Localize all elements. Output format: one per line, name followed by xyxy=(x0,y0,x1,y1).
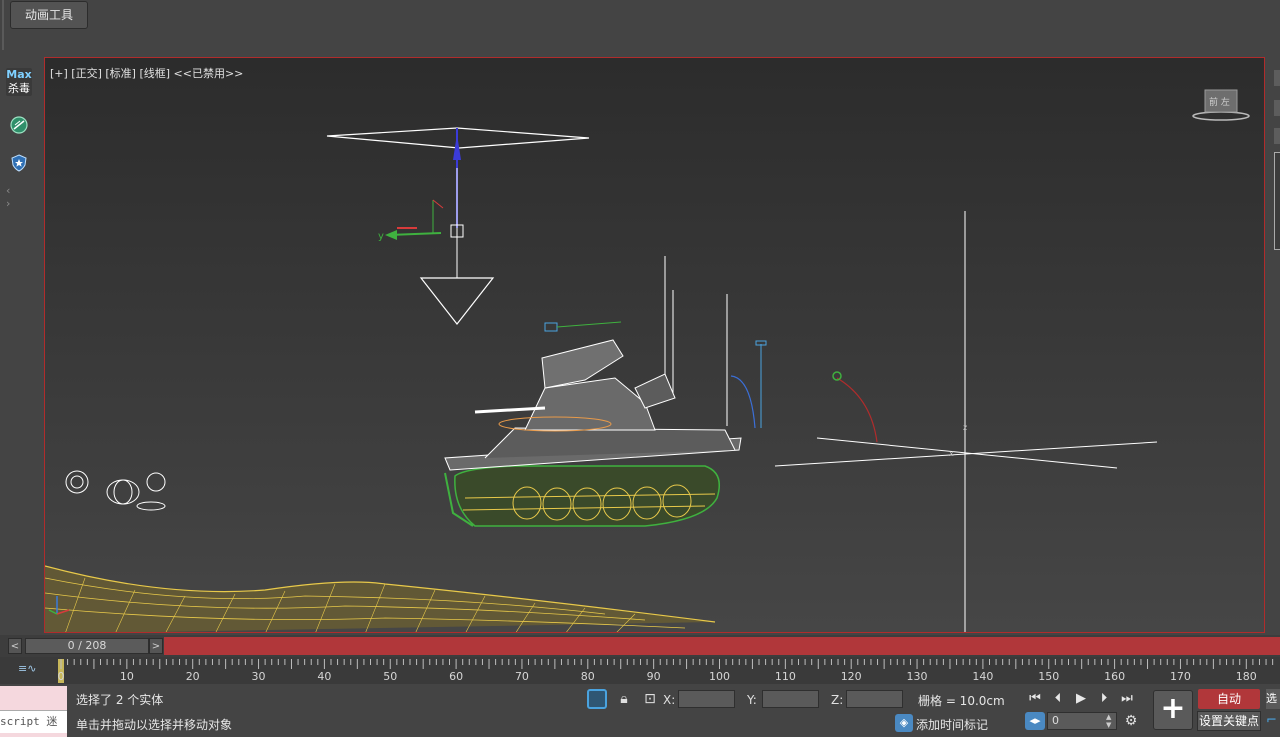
ruler-tick-label: 0 xyxy=(58,670,65,683)
ruler-tick-label: 70 xyxy=(515,670,529,683)
shield-icon[interactable] xyxy=(10,154,28,172)
right-panel-tab[interactable] xyxy=(1274,100,1280,116)
auto-key-button[interactable]: 自动 xyxy=(1198,689,1260,709)
maxscript-input[interactable]: script 迷 xyxy=(0,710,67,733)
perspective-viewport[interactable]: y z x 前 左 [+] [正交] [标准] [线框] <<已禁用>> xyxy=(44,57,1265,633)
x-label: X: xyxy=(663,693,676,707)
axis-z-label: z xyxy=(963,423,967,432)
go-to-end-button[interactable]: ⏭ xyxy=(1117,690,1137,708)
logo-top-text: Max xyxy=(6,68,32,81)
x-field[interactable] xyxy=(678,690,735,708)
track-bar-ruler[interactable]: 0 10 20 30 40 50 60 70 80 90 100 110 120 130 140 150 160… xyxy=(0,657,1280,684)
ruler-tick-label: 50 xyxy=(383,670,397,683)
set-key-plus-button[interactable]: + xyxy=(1153,690,1193,730)
ruler-tick-label: 160 xyxy=(1104,670,1125,683)
ruler-tick-label: 20 xyxy=(186,670,200,683)
debris-objects[interactable] xyxy=(65,470,166,511)
viewport-label[interactable]: [+] [正交] [标准] [线框] <<已禁用>> xyxy=(50,65,243,81)
key-mode-toggle-icon[interactable]: ◂▸ xyxy=(1025,712,1045,730)
viewcube-face-label: 前 左 xyxy=(1209,96,1230,108)
axis-x-label: x xyxy=(949,449,954,458)
play-button[interactable]: ▶ xyxy=(1071,690,1091,708)
spot-light[interactable]: y xyxy=(326,127,590,325)
absolute-mode-icon[interactable]: ⊡ xyxy=(640,690,660,710)
point-helper[interactable]: z x xyxy=(774,211,1158,633)
y-field[interactable] xyxy=(762,690,819,708)
right-panel-scroll[interactable] xyxy=(1274,152,1280,250)
set-key-button[interactable]: 设置关键点 xyxy=(1197,711,1261,731)
time-slider[interactable]: 0 / 208 xyxy=(25,638,149,654)
ruler-tick-label: 120 xyxy=(841,670,862,683)
add-time-tag-button[interactable]: 添加时间标记 xyxy=(916,716,988,733)
right-panel-tab[interactable] xyxy=(1274,70,1280,86)
ruler-tick-label: 90 xyxy=(647,670,661,683)
ruler-tick-label: 130 xyxy=(907,670,928,683)
next-frame-arrow[interactable]: > xyxy=(149,638,163,654)
ruler-tick-label: 40 xyxy=(317,670,331,683)
y-label: Y: xyxy=(747,693,757,707)
viewport-scene[interactable]: y z x 前 左 xyxy=(45,58,1265,633)
top-toolbar xyxy=(0,0,1280,56)
key-filter-icon[interactable]: ⌐ xyxy=(1266,712,1280,730)
track-bar[interactable]: 0 10 20 30 40 50 60 70 80 90 100 110 120 130 140 150 160… xyxy=(0,657,1280,684)
maxscript-listener[interactable]: script 迷 xyxy=(0,686,67,737)
curve-editor-icon[interactable]: ≡∿ xyxy=(18,660,40,678)
selection-status: 选择了 2 个实体 xyxy=(76,693,164,707)
max-antivirus-icon[interactable]: Max 杀毒 xyxy=(6,68,32,96)
terrain-mesh[interactable] xyxy=(45,565,716,633)
lock-icon[interactable]: 🔒︎ xyxy=(614,690,634,710)
add-time-tag-icon[interactable]: ◈ xyxy=(895,714,913,732)
frame-spinner[interactable]: ▲ ▼ xyxy=(1106,713,1116,729)
tank-wireframe[interactable] xyxy=(444,339,742,527)
prev-frame-arrow[interactable]: < xyxy=(8,638,22,654)
side-nav-arrows[interactable]: ‹ › xyxy=(6,184,36,210)
ruler-tick-label: 180 xyxy=(1236,670,1257,683)
z-label: Z: xyxy=(831,693,844,707)
z-field[interactable] xyxy=(846,690,903,708)
ruler-tick-label: 10 xyxy=(120,670,134,683)
ruler-tick-label: 30 xyxy=(252,670,266,683)
axis-y-label: y xyxy=(378,231,384,242)
left-command-strip xyxy=(0,56,43,634)
ruler-tick-label: 80 xyxy=(581,670,595,683)
grid-size-readout: 栅格 = 10.0cm xyxy=(918,694,1005,708)
toolbar-grip[interactable] xyxy=(2,0,4,50)
time-config-icon[interactable]: ⚙ xyxy=(1122,712,1140,730)
isolate-selection-icon[interactable] xyxy=(587,689,607,709)
selection-set-button[interactable]: 选 xyxy=(1266,689,1280,709)
previous-frame-button[interactable]: ⏴ xyxy=(1048,690,1068,708)
animation-tools-button[interactable]: 动画工具 xyxy=(10,1,88,29)
ruler-tick-label: 170 xyxy=(1170,670,1191,683)
right-panel-edge xyxy=(1266,56,1280,634)
ruler-tick-label: 150 xyxy=(1038,670,1059,683)
ruler-tick-label: 140 xyxy=(972,670,993,683)
animation-range-bar[interactable] xyxy=(164,637,1280,655)
ruler-tick-label: 60 xyxy=(449,670,463,683)
viewcube[interactable]: 前 左 xyxy=(1192,89,1250,121)
circle-slash-icon[interactable] xyxy=(10,116,28,134)
prompt-line: 单击并拖动以选择并移动对象 xyxy=(76,718,233,732)
logo-bottom-text: 杀毒 xyxy=(8,82,30,95)
go-to-start-button[interactable]: ⏮ xyxy=(1025,690,1045,708)
ruler-tick-label: 100 xyxy=(709,670,730,683)
ruler-tick-label: 110 xyxy=(775,670,796,683)
next-frame-button[interactable]: ⏵ xyxy=(1094,690,1114,708)
right-panel-tab[interactable] xyxy=(1274,128,1280,144)
